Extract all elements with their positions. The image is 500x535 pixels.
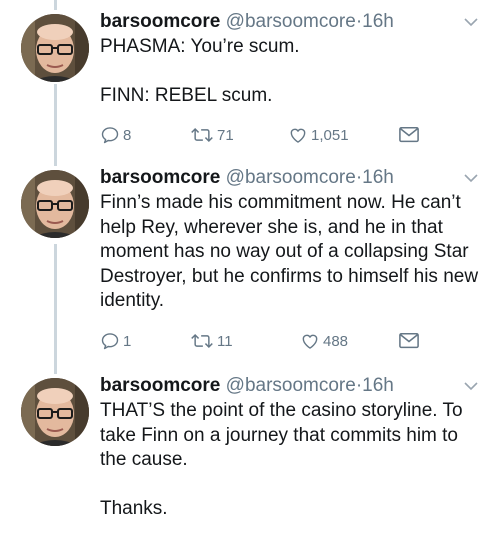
- avatar[interactable]: [21, 14, 89, 82]
- reply-icon: [101, 127, 119, 144]
- tweet-header: barsoomcore @barsoomcore·16h: [100, 10, 394, 34]
- retweet-button[interactable]: 71: [190, 125, 234, 145]
- author-handle[interactable]: @barsoomcore: [226, 11, 356, 32]
- chevron-down-icon[interactable]: [463, 378, 479, 394]
- chevron-down-icon[interactable]: [463, 14, 479, 30]
- tweet-text: THAT’S the point of the casino storyline…: [100, 399, 485, 522]
- retweet-icon: [191, 127, 213, 143]
- tweet-actions: 1 11 488: [100, 331, 440, 355]
- message-button[interactable]: [398, 331, 423, 351]
- tweet-header: barsoomcore @barsoomcore·16h: [100, 166, 394, 190]
- like-button[interactable]: 488: [300, 331, 348, 351]
- reply-button[interactable]: 1: [100, 331, 131, 351]
- message-button[interactable]: [398, 125, 423, 145]
- thread-line: [54, 0, 57, 10]
- heart-icon: [290, 128, 306, 143]
- retweet-count: 71: [217, 126, 234, 144]
- tweet-paragraph: Finn’s made his commitment now. He can’t…: [100, 192, 479, 311]
- tweet-paragraph: THAT’S the point of the casino storyline…: [100, 400, 463, 470]
- author-name[interactable]: barsoomcore: [100, 375, 220, 396]
- tweet-actions: 8 71 1,051: [100, 125, 440, 149]
- retweet-count: 11: [217, 332, 233, 350]
- envelope-icon: [399, 332, 419, 349]
- like-count: 1,051: [311, 126, 349, 144]
- author-name[interactable]: barsoomcore: [100, 11, 220, 32]
- reply-count: 1: [123, 332, 132, 350]
- reply-button[interactable]: 8: [100, 125, 131, 145]
- avatar[interactable]: [21, 170, 89, 238]
- like-button[interactable]: 1,051: [288, 125, 349, 145]
- tweet-paragraph: FINN: REBEL scum.: [100, 85, 273, 106]
- timestamp[interactable]: 16h: [362, 375, 394, 396]
- like-count: 488: [323, 332, 349, 350]
- author-name[interactable]: barsoomcore: [100, 167, 220, 188]
- envelope-icon: [399, 126, 419, 143]
- chevron-down-icon[interactable]: [463, 170, 479, 186]
- retweet-icon: [191, 333, 213, 349]
- retweet-button[interactable]: 11: [190, 331, 233, 351]
- timestamp[interactable]: 16h: [362, 11, 394, 32]
- tweet[interactable]: barsoomcore @barsoomcore·16h PHASMA: You…: [0, 10, 500, 160]
- reply-count: 8: [123, 126, 132, 144]
- author-handle[interactable]: @barsoomcore: [226, 167, 356, 188]
- reply-icon: [101, 333, 119, 350]
- avatar[interactable]: [21, 378, 89, 446]
- tweet-paragraph: PHASMA: You’re scum.: [100, 36, 300, 57]
- tweet-header: barsoomcore @barsoomcore·16h: [100, 374, 394, 398]
- tweet-paragraph: Thanks.: [100, 498, 168, 519]
- tweet[interactable]: barsoomcore @barsoomcore·16h Finn’s made…: [0, 166, 500, 366]
- tweet-text: PHASMA: You’re scum. FINN: REBEL scum.: [100, 35, 485, 109]
- timestamp[interactable]: 16h: [362, 167, 394, 188]
- tweet[interactable]: barsoomcore @barsoomcore·16h THAT’S the …: [0, 374, 500, 534]
- author-handle[interactable]: @barsoomcore: [226, 375, 356, 396]
- heart-icon: [302, 334, 318, 349]
- tweet-text: Finn’s made his commitment now. He can’t…: [100, 191, 485, 314]
